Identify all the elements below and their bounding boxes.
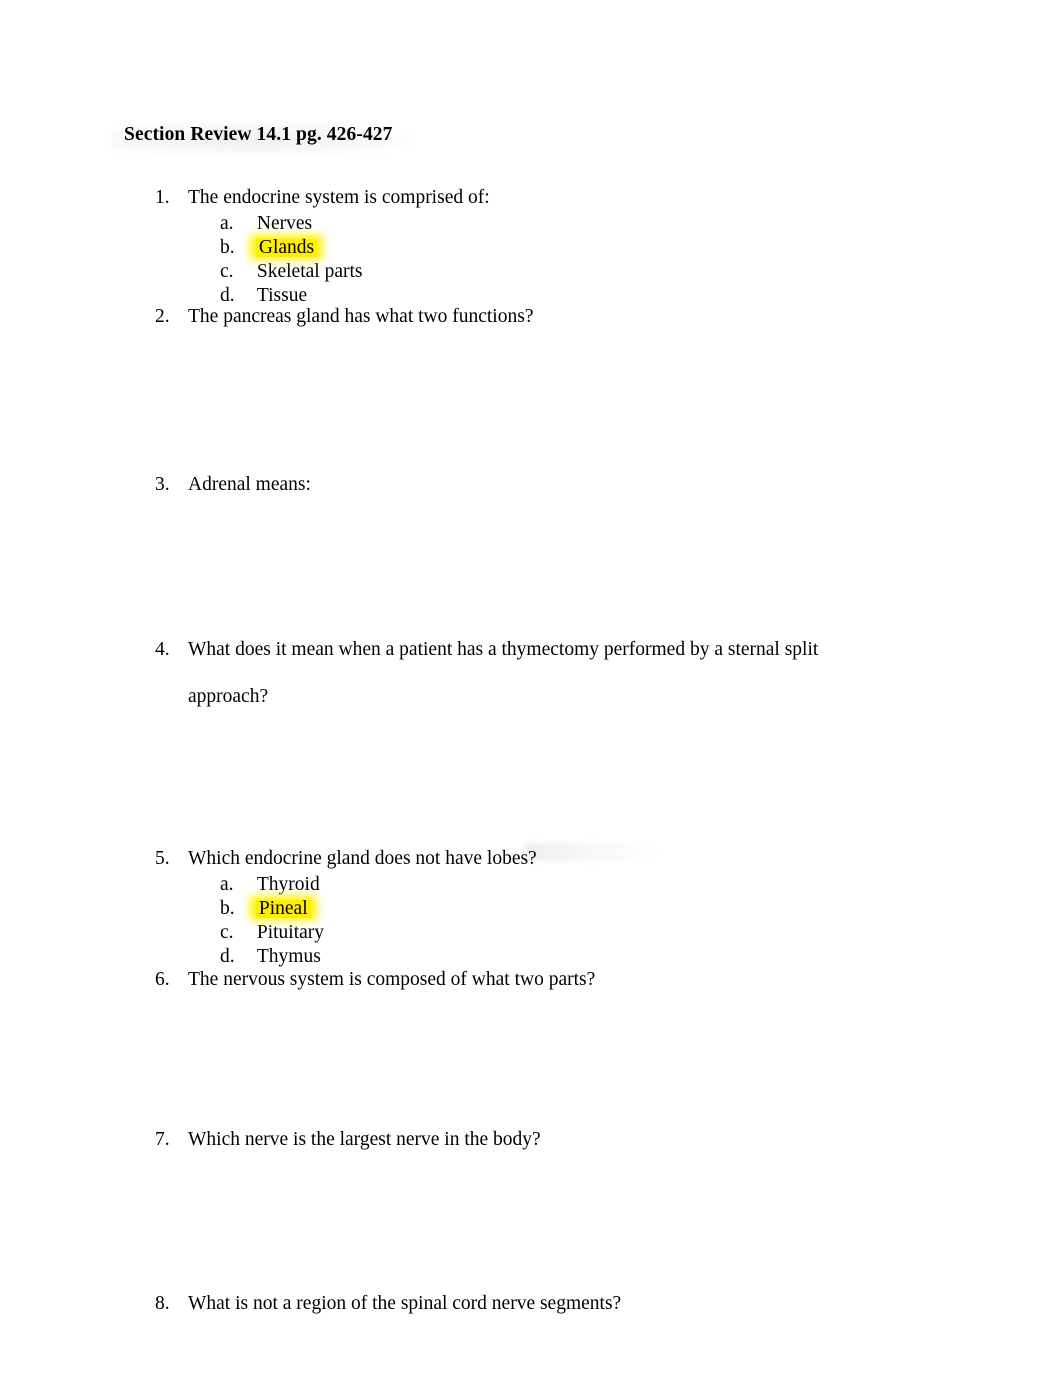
question-text: What does it mean when a patient has a t…: [188, 639, 819, 707]
option-letter: a.: [220, 213, 234, 234]
option-list: a. Thyroid b. Pineal c. Pituitary d. Thy…: [220, 873, 324, 969]
option-label: Thyroid: [256, 874, 320, 895]
option-label: Thymus: [256, 946, 321, 967]
option-label-highlighted: Pineal: [255, 898, 311, 919]
option-letter: d.: [220, 946, 235, 967]
page-title: Section Review 14.1 pg. 426-427: [124, 124, 393, 145]
list-item[interactable]: a. Thyroid: [220, 873, 324, 897]
list-item[interactable]: c. Pituitary: [220, 921, 324, 945]
list-item[interactable]: d. Thymus: [220, 945, 324, 969]
question-text: The nervous system is composed of what t…: [188, 969, 596, 990]
option-label: Skeletal parts: [256, 261, 363, 282]
list-item[interactable]: b. Glands: [220, 236, 362, 260]
list-item[interactable]: b. Pineal: [220, 897, 324, 921]
question-text: The pancreas gland has what two function…: [188, 306, 534, 327]
question-text: What is not a region of the spinal cord …: [188, 1293, 622, 1314]
option-letter: c.: [220, 922, 234, 943]
option-label: Nerves: [256, 213, 313, 234]
question-number: 5.: [155, 848, 170, 869]
question-number: 8.: [155, 1293, 170, 1314]
question-text: Which nerve is the largest nerve in the …: [188, 1129, 541, 1150]
question-number: 6.: [155, 969, 170, 990]
question-text: The endocrine system is comprised of:: [188, 187, 490, 208]
document-page: Section Review 14.1 pg. 426-427 1. The e…: [0, 0, 1062, 1377]
question-5-smudge-artifact: [525, 843, 660, 861]
list-item[interactable]: a. Nerves: [220, 212, 362, 236]
question-number: 4.: [155, 639, 170, 660]
option-label: Pituitary: [256, 922, 325, 943]
option-letter: b.: [220, 898, 235, 919]
question-number: 1.: [155, 187, 170, 208]
question-text: Adrenal means:: [188, 474, 311, 495]
option-list: a. Nerves b. Glands c. Skeletal parts d.…: [220, 212, 362, 308]
question-number: 7.: [155, 1129, 170, 1150]
question-text: Which endocrine gland does not have lobe…: [188, 848, 537, 869]
question-number: 3.: [155, 474, 170, 495]
option-letter: b.: [220, 237, 235, 258]
option-label-highlighted: Glands: [255, 237, 318, 258]
list-item[interactable]: c. Skeletal parts: [220, 260, 362, 284]
option-letter: a.: [220, 874, 234, 895]
question-number: 2.: [155, 306, 170, 327]
option-letter: c.: [220, 261, 234, 282]
